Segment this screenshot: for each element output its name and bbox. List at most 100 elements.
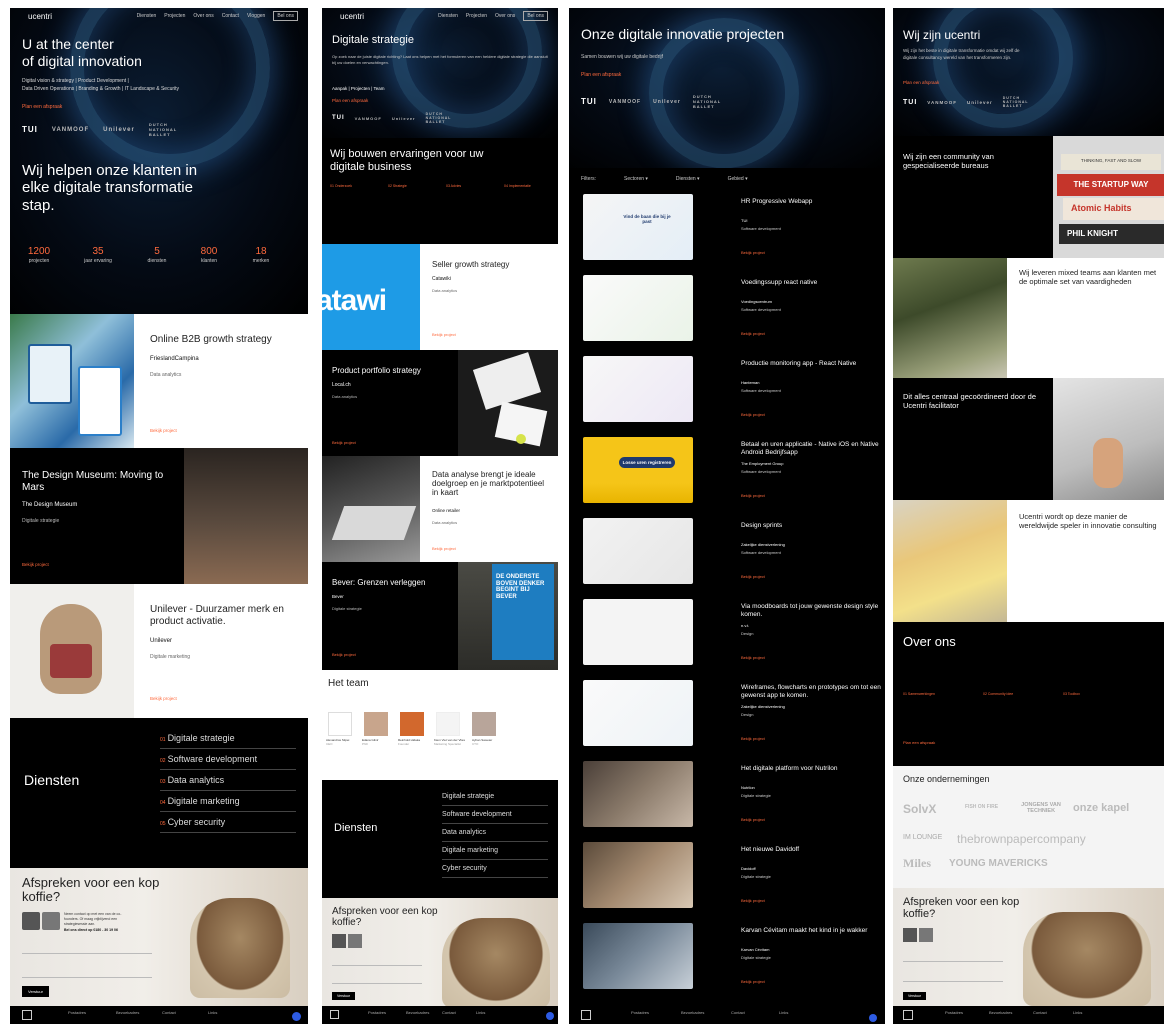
project-title: Het nieuwe Davidoff xyxy=(741,846,800,853)
form-field-name[interactable] xyxy=(903,954,1003,962)
case-link[interactable]: Bekijk project xyxy=(150,428,177,433)
nav-item-diensten[interactable]: Diensten xyxy=(137,13,157,19)
dienst-item-digitale-marketing[interactable]: Digitale marketing xyxy=(442,842,548,860)
hero-subtitle-1: Digital vision & strategy | Product Deve… xyxy=(22,78,129,84)
project-link[interactable]: Bekijk project xyxy=(741,979,765,984)
nav-item-projecten[interactable]: Projecten xyxy=(466,13,487,19)
case-link[interactable]: Bekijk project xyxy=(150,696,177,701)
client-logo-tui: TUI xyxy=(903,98,918,106)
nav-item-contact[interactable]: Contact xyxy=(222,13,239,19)
nav-item-diensten[interactable]: Diensten xyxy=(438,13,458,19)
footer-logo-icon xyxy=(903,1010,913,1020)
case-link[interactable]: Bekijk project xyxy=(432,332,456,337)
notebook-graphic xyxy=(472,352,542,410)
case-title: Unilever - Duurzamer merk en product act… xyxy=(150,604,284,627)
filter-gebied-dropdown[interactable]: Gebied ▾ xyxy=(728,176,748,182)
form-submit-button[interactable]: Verstuur xyxy=(22,986,49,997)
case-client: Catawiki xyxy=(432,276,451,282)
nav-cta-button[interactable]: Bel ons xyxy=(523,11,548,21)
nav-item-vloggen[interactable]: Vloggen xyxy=(247,13,265,19)
dienst-item-cyber-security[interactable]: Cyber security xyxy=(442,860,548,878)
case-card-online-retailer[interactable]: Data analyse brengt je ideale doelgroep … xyxy=(420,456,558,562)
dienst-item-data-analytics[interactable]: Data analytics xyxy=(442,824,548,842)
dienst-item-data-analytics[interactable]: 03 Data analytics xyxy=(160,770,296,791)
footer-col-links: Links xyxy=(208,1010,218,1015)
project-thumbnail[interactable]: Losse uren registreren xyxy=(583,437,693,503)
filter-diensten-dropdown[interactable]: Diensten ▾ xyxy=(676,176,700,182)
dienst-item-digitale-marketing[interactable]: 04 Digitale marketing xyxy=(160,791,296,812)
books-photo: THINKING, FAST AND SLOW THE STARTUP WAY … xyxy=(1053,136,1164,258)
project-thumbnail[interactable] xyxy=(583,599,693,665)
logo[interactable]: ucentri xyxy=(28,12,52,21)
dienst-item-software-development[interactable]: Software development xyxy=(442,806,548,824)
filter-sectoren-dropdown[interactable]: Sectoren ▾ xyxy=(624,176,648,182)
project-link[interactable]: Bekijk project xyxy=(741,736,765,741)
project-thumbnail[interactable] xyxy=(583,356,693,422)
project-link[interactable]: Bekijk project xyxy=(741,898,765,903)
case-link[interactable]: Bekijk project xyxy=(432,546,456,551)
nav-cta-button[interactable]: Bel ons xyxy=(273,11,298,21)
chat-bubble-icon[interactable] xyxy=(546,1012,554,1020)
project-link[interactable]: Bekijk project xyxy=(741,493,765,498)
case-card-design-museum[interactable]: The Design Museum: Moving to Mars The De… xyxy=(10,448,184,584)
project-link[interactable]: Bekijk project xyxy=(741,655,765,660)
form-field-message[interactable] xyxy=(22,960,152,978)
about-hero: Wij zijn ucentri Wij zijn het beste in d… xyxy=(893,8,1164,136)
case-card-local[interactable]: Product portfolio strategy Local.ch Data… xyxy=(322,350,458,456)
filters-label: Filters: xyxy=(581,176,596,182)
case-link[interactable]: Bekijk project xyxy=(332,440,356,445)
hero-cta-link[interactable]: Plan een afspraak xyxy=(903,80,939,85)
hero-cta-link[interactable]: Plan een afspraak xyxy=(332,98,368,103)
form-submit-button[interactable]: Verstuur xyxy=(903,992,927,1000)
project-thumbnail[interactable] xyxy=(583,680,693,746)
hero-links[interactable]: Aanpak | Projecten | Team xyxy=(332,86,385,91)
hero-title: Digitale strategie xyxy=(332,34,414,46)
project-link[interactable]: Bekijk project xyxy=(741,817,765,822)
client-logo-vanmoof: VANMOOF xyxy=(354,115,382,121)
coffee-title: Afspreken voor een kop koffie? xyxy=(332,906,438,928)
form-field-message[interactable] xyxy=(903,968,1003,982)
project-link[interactable]: Bekijk project xyxy=(741,331,765,336)
case-card-bever[interactable]: Bever: Grenzen verleggen Bever Digitale … xyxy=(322,562,458,670)
dienst-item-digitale-strategie[interactable]: 01 Digitale strategie xyxy=(160,728,296,749)
team-member: Reinhold Hidaka Founder xyxy=(398,738,421,746)
chat-bubble-icon[interactable] xyxy=(292,1012,301,1021)
hero-cta-link[interactable]: Plan een afspraak xyxy=(581,72,621,78)
nav-item-over-ons[interactable]: Over ons xyxy=(193,13,213,19)
avatar xyxy=(903,928,917,942)
hero-cta-link[interactable]: Plan een afspraak xyxy=(22,104,62,110)
hero-title-line2: of digital innovation xyxy=(22,52,142,69)
form-submit-button[interactable]: Verstuur xyxy=(332,992,356,1000)
dienst-item-software-development[interactable]: 02 Software development xyxy=(160,749,296,770)
dienst-item-cyber-security[interactable]: 05 Cyber security xyxy=(160,812,296,833)
logo[interactable]: ucentri xyxy=(340,12,364,21)
dienst-item-digitale-strategie[interactable]: Digitale strategie xyxy=(442,788,548,806)
case-card-unilever[interactable]: Unilever - Duurzamer merk en product act… xyxy=(134,584,308,718)
case-title: Online B2B growth strategy xyxy=(150,334,272,345)
project-thumbnail[interactable] xyxy=(583,842,693,908)
nav-item-over-ons[interactable]: Over ons xyxy=(495,13,515,19)
case-link[interactable]: Bekijk project xyxy=(332,652,356,657)
project-thumbnail[interactable] xyxy=(583,518,693,584)
project-thumbnail[interactable] xyxy=(583,275,693,341)
over-ons-cta[interactable]: Plan een afspraak xyxy=(903,740,935,745)
project-thumbnail[interactable] xyxy=(583,923,693,989)
project-thumbnail[interactable] xyxy=(583,761,693,827)
form-field-message[interactable] xyxy=(332,972,422,984)
chat-bubble-icon[interactable] xyxy=(869,1014,877,1022)
nav-item-projecten[interactable]: Projecten xyxy=(164,13,185,19)
case-card-catawiki[interactable]: Seller growth strategy Catawiki Data ana… xyxy=(420,244,558,350)
project-link[interactable]: Bekijk project xyxy=(741,574,765,579)
case-link[interactable]: Bekijk project xyxy=(22,562,49,567)
project-link[interactable]: Bekijk project xyxy=(741,412,765,417)
footer-col-bezoekadres: Bezoekadres xyxy=(681,1010,705,1015)
strategy-hero: ucentri Diensten Projecten Over ons Bel … xyxy=(322,8,558,138)
project-thumbnail[interactable]: Vind de baan die bij je past xyxy=(583,194,693,260)
project-client: TUI xyxy=(741,218,748,223)
form-field-name[interactable] xyxy=(22,944,152,954)
form-field-name[interactable] xyxy=(332,958,422,966)
case-card-campina[interactable]: Online B2B growth strategy FrieslandCamp… xyxy=(134,314,308,448)
approach-section: Wij bouwen ervaringen voor uw digitale b… xyxy=(322,138,558,244)
project-link[interactable]: Bekijk project xyxy=(741,250,765,255)
client-logo-vanmoof: VANMOOF xyxy=(608,98,642,105)
